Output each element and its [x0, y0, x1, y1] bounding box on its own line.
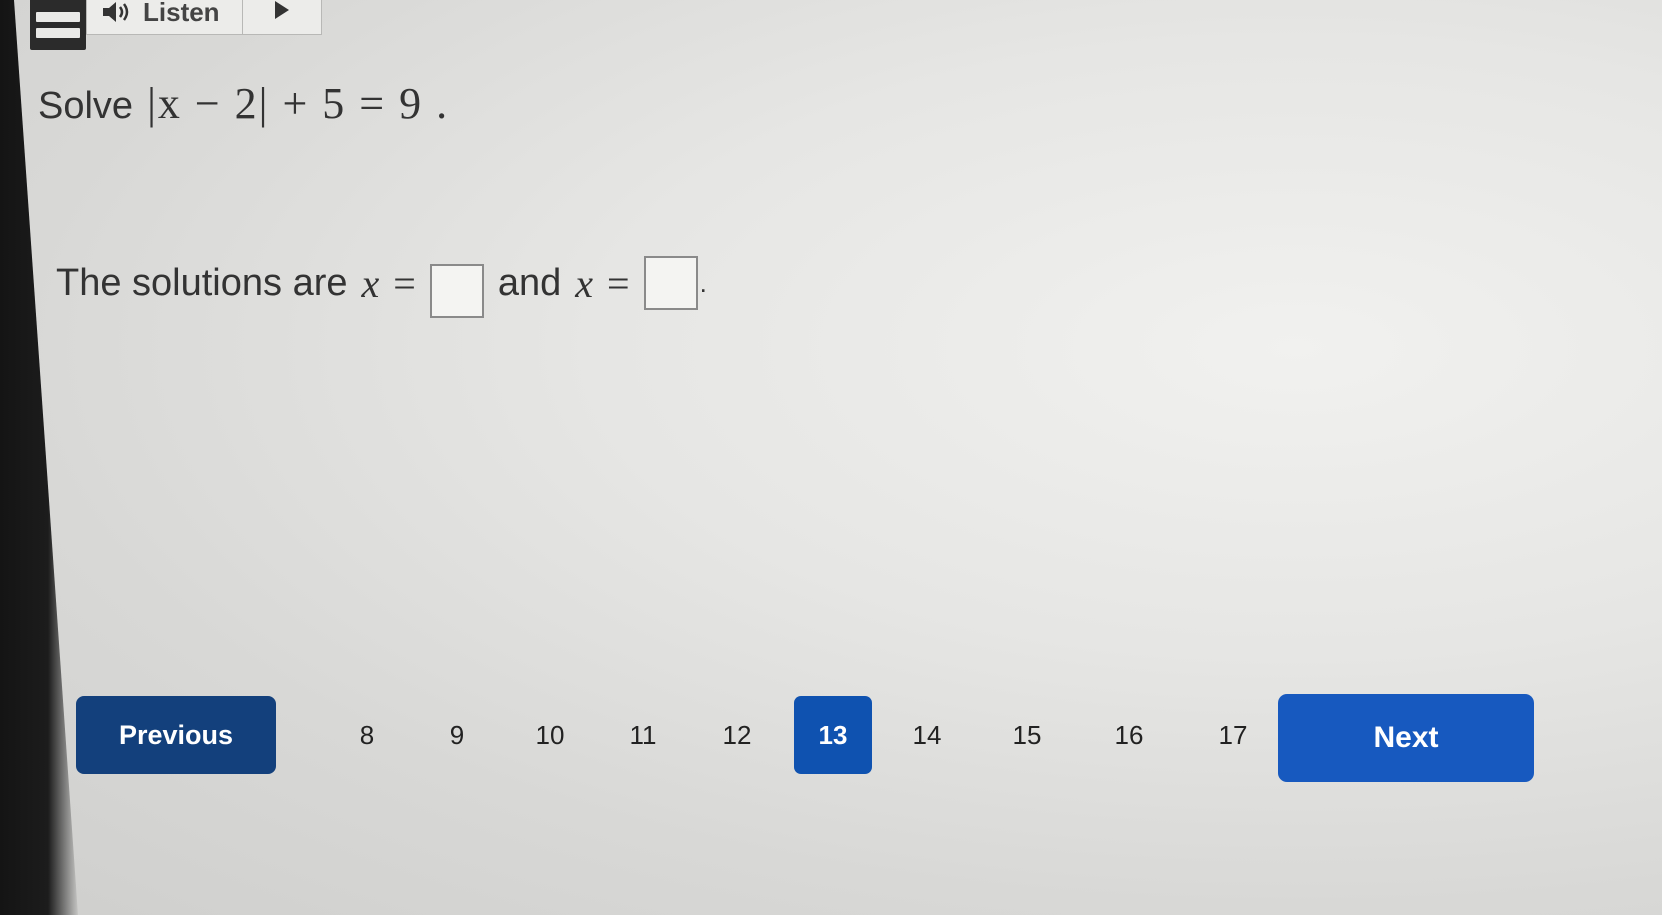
equals-sign: =: [607, 260, 630, 306]
solutions-line: The solutions are x = and x = .: [56, 248, 707, 318]
page-button-9[interactable]: 9: [418, 696, 496, 774]
page-button-12[interactable]: 12: [698, 696, 776, 774]
answer-input-2[interactable]: [643, 256, 698, 310]
solve-label: Solve: [38, 85, 134, 127]
page-button-15[interactable]: 15: [988, 696, 1066, 774]
listen-button[interactable]: Listen: [87, 0, 243, 34]
and-label: and: [497, 261, 562, 304]
page-button-13-current[interactable]: 13: [794, 696, 872, 774]
period: .: [699, 267, 707, 298]
page-button-11[interactable]: 11: [604, 696, 682, 774]
page-button-17[interactable]: 17: [1194, 696, 1272, 774]
solutions-prefix: The solutions are: [56, 261, 348, 304]
play-icon: [271, 1, 293, 26]
variable-x: x: [575, 260, 593, 306]
listen-label: Listen: [143, 0, 220, 27]
menu-icon-bar: [36, 28, 80, 38]
page-button-10[interactable]: 10: [511, 696, 589, 774]
answer-input-1[interactable]: [429, 264, 484, 318]
listen-toolbar: Listen: [86, 0, 322, 35]
equation: |x − 2| + 5 = 9 .: [147, 79, 450, 128]
previous-button[interactable]: Previous: [76, 696, 276, 774]
page-button-16[interactable]: 16: [1090, 696, 1168, 774]
play-button[interactable]: [243, 0, 321, 34]
question-prompt: Solve |x − 2| + 5 = 9 .: [38, 78, 449, 129]
next-button[interactable]: Next: [1278, 694, 1534, 782]
speaker-icon: [101, 2, 135, 25]
menu-button[interactable]: [30, 0, 86, 50]
page-button-14[interactable]: 14: [888, 696, 966, 774]
page-button-8[interactable]: 8: [328, 696, 406, 774]
equals-sign: =: [393, 260, 416, 306]
menu-icon-bar: [36, 12, 80, 22]
variable-x: x: [361, 260, 380, 306]
question-navigation: Previous 8 9 10 11 12 13 14 15 16 17 Nex…: [76, 694, 1536, 784]
